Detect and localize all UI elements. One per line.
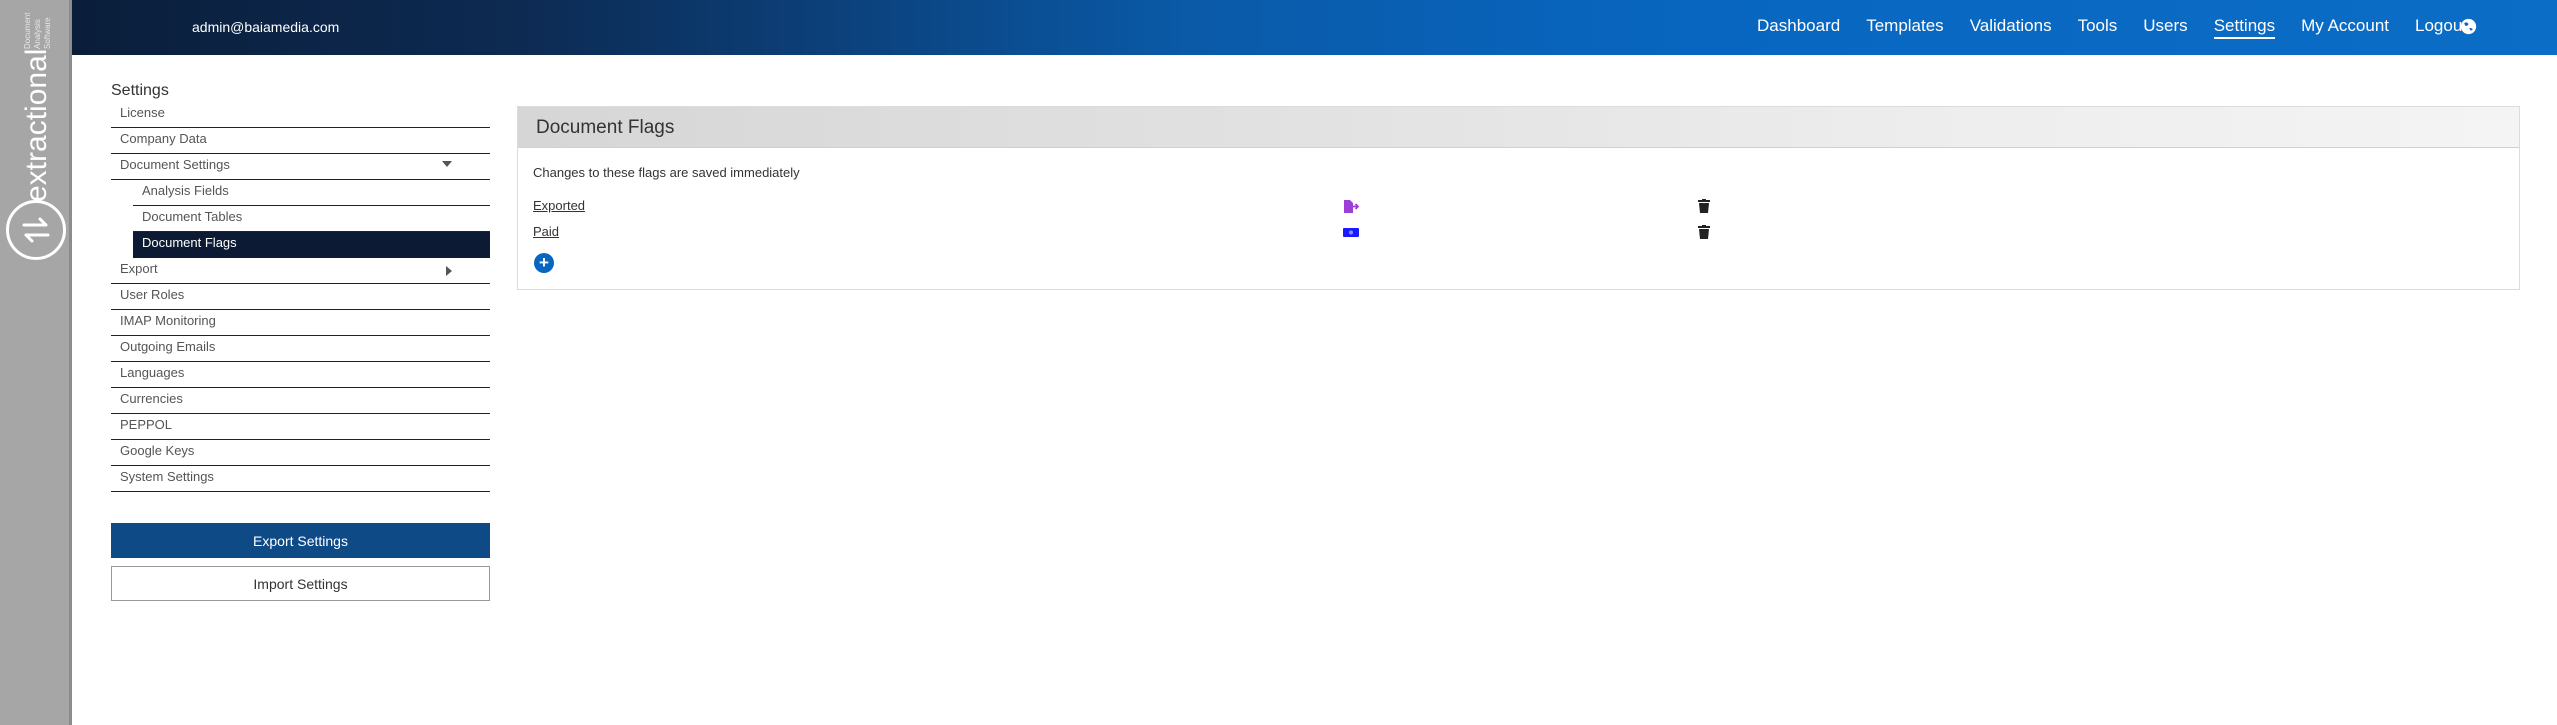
- nav-validations[interactable]: Validations: [1970, 16, 2052, 39]
- sidebar-item-google-keys[interactable]: Google Keys: [111, 440, 490, 466]
- trash-icon[interactable]: [1698, 225, 1710, 239]
- main-nav: Dashboard Templates Validations Tools Us…: [1731, 0, 2467, 55]
- flag-row: Paid: [533, 224, 1733, 244]
- sidebar-item-imap-monitoring[interactable]: IMAP Monitoring: [111, 310, 490, 336]
- sidebar-item-analysis-fields[interactable]: Analysis Fields: [133, 180, 490, 206]
- brand-name: extractional: [20, 48, 53, 202]
- brand-wordmark: extractional Document Analysis Software: [14, 12, 60, 202]
- nav-dashboard[interactable]: Dashboard: [1757, 16, 1840, 39]
- globe-icon[interactable]: [2460, 18, 2477, 35]
- import-settings-button[interactable]: Import Settings: [111, 566, 490, 601]
- sidebar-item-label: Export: [120, 261, 158, 276]
- user-email: admin@baiamedia.com: [192, 19, 340, 35]
- chevron-right-icon: [446, 266, 452, 276]
- sidebar-item-currencies[interactable]: Currencies: [111, 388, 490, 414]
- brand-strip: extractional Document Analysis Software: [0, 0, 72, 725]
- sidebar-item-document-flags[interactable]: Document Flags: [133, 232, 490, 258]
- sidebar-item-license[interactable]: License: [111, 102, 490, 128]
- money-bill-icon[interactable]: [1343, 226, 1359, 239]
- flag-name-link[interactable]: Exported: [533, 198, 585, 213]
- sidebar-item-languages[interactable]: Languages: [111, 362, 490, 388]
- settings-sidebar: Settings License Company Data Document S…: [111, 82, 490, 492]
- nav-templates[interactable]: Templates: [1866, 16, 1943, 39]
- nav-my-account[interactable]: My Account: [2301, 16, 2389, 39]
- top-navigation-bar: admin@baiamedia.com Dashboard Templates …: [72, 0, 2557, 55]
- brand-tagline: Document Analysis Software: [23, 12, 52, 49]
- sidebar-item-system-settings[interactable]: System Settings: [111, 466, 490, 492]
- swap-arrows-icon: [22, 217, 50, 243]
- sidebar-item-export[interactable]: Export: [111, 258, 490, 284]
- panel-title: Document Flags: [518, 107, 2519, 148]
- sidebar-item-peppol[interactable]: PEPPOL: [111, 414, 490, 440]
- sidebar-item-document-settings[interactable]: Document Settings: [111, 154, 490, 180]
- sidebar-item-company-data[interactable]: Company Data: [111, 128, 490, 154]
- nav-tools[interactable]: Tools: [2078, 16, 2118, 39]
- chevron-down-icon: [442, 161, 452, 167]
- sidebar-title: Settings: [111, 82, 169, 99]
- file-export-icon[interactable]: [1343, 200, 1359, 213]
- brand-logo-icon: [6, 200, 66, 260]
- sidebar-item-document-tables[interactable]: Document Tables: [133, 206, 490, 232]
- nav-settings[interactable]: Settings: [2213, 16, 2276, 39]
- flag-name-link[interactable]: Paid: [533, 224, 559, 239]
- flag-row: Exported: [533, 198, 1733, 218]
- document-flags-panel: Document Flags Changes to these flags ar…: [517, 106, 2520, 290]
- nav-users[interactable]: Users: [2143, 16, 2187, 39]
- add-flag-button[interactable]: +: [534, 253, 554, 273]
- trash-icon[interactable]: [1698, 199, 1710, 213]
- sidebar-item-label: Document Settings: [120, 157, 230, 172]
- sidebar-item-outgoing-emails[interactable]: Outgoing Emails: [111, 336, 490, 362]
- export-settings-button[interactable]: Export Settings: [111, 523, 490, 558]
- panel-note: Changes to these flags are saved immedia…: [533, 165, 800, 180]
- sidebar-item-user-roles[interactable]: User Roles: [111, 284, 490, 310]
